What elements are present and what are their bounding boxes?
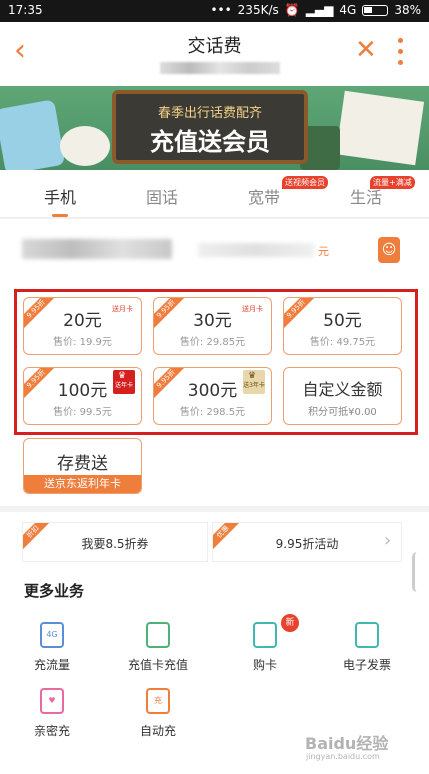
tab-broadband-badge: 送视频会员 [282,176,328,189]
deposit-title: 存费送 [57,454,108,474]
recharge-price: 售价: 49.75元 [309,337,376,348]
points-note: 积分可抵¥0.00 [308,407,377,418]
net-speed: 235K/s [237,3,279,17]
banner-line2: 充值送会员 [150,128,270,156]
card-icon [146,622,170,648]
banner-board: 春季出行话费配齐 充值送会员 [112,90,308,164]
network-type: 4G [339,3,357,17]
tab-phone[interactable]: 手机 [44,184,76,208]
new-badge: 新 [281,614,299,632]
status-time: 17:35 [8,3,43,17]
promo-row: 折扣 我要8.5折券 优惠 9.95折活动 › [0,512,429,572]
service-label: 自动充 [139,724,176,738]
contact-book-icon[interactable]: ☺ [378,237,400,263]
deposit-subtitle: 送京东返利年卡 [24,475,141,493]
tab-broadband[interactable]: 宽带 [248,184,280,208]
section-title: 更多业务 [24,582,85,600]
scroll-indicator [412,552,422,592]
recharge-amount: 30元 [193,311,232,331]
service-label: 购卡 [252,658,277,672]
tab-life-badge: 流量+满减 [370,176,415,189]
phone-number-row: 元 ☺ [0,219,429,281]
service-family[interactable]: ♥ 亲密充 [8,688,98,744]
data-4g-icon: 4G [40,622,64,648]
recharge-price: 售价: 298.5元 [179,407,246,418]
service-card-recharge[interactable]: 充值卡充值 [114,622,204,678]
service-buy-card[interactable]: 新 购卡 [221,614,311,678]
promo-coupon[interactable]: 折扣 我要8.5折券 [22,522,208,562]
service-auto[interactable]: 充 自动充 [114,688,204,744]
recharge-price: 售价: 99.5元 [53,407,112,418]
service-label: 充值卡充值 [127,658,188,672]
recharge-amount: 300元 [187,381,238,401]
recharge-amount: 100元 [57,381,108,401]
more-dots-icon: ••• [210,3,232,17]
service-invoice[interactable]: 电子发票 [323,622,413,678]
custom-amount-option[interactable]: 自定义金额 积分可抵¥0.00 [283,367,402,425]
banner-decoration [335,90,425,166]
watermark-sub: jingyan.baidu.com [306,752,380,761]
sim-cart-icon [253,622,277,648]
invoice-icon [355,622,379,648]
recharge-price: 售价: 19.9元 [53,337,112,348]
signal-icon: ▂▄▆ [305,3,334,17]
recharge-amount: 50元 [323,311,362,331]
promo-banner[interactable]: 春季出行话费配齐 充值送会员 [0,86,429,170]
balance-unit: 元 [318,245,329,258]
tab-landline[interactable]: 固话 [146,184,178,208]
promo-label: 9.95折活动 [275,537,339,551]
recharge-amount: 20元 [63,311,102,331]
tab-active-indicator [52,214,68,217]
recharge-price: 售价: 29.85元 [179,337,246,348]
battery-level: 38% [394,3,421,17]
banner-decoration [60,126,110,166]
category-tabs: 手机 固话 宽带 送视频会员 生活 流量+满减 [0,170,429,218]
battery-icon [362,4,389,16]
banner-line1: 春季出行话费配齐 [157,106,262,121]
app-header: ‹ 交话费 ✕ [0,22,429,86]
phone-number-input[interactable] [22,239,172,259]
status-right: ••• 235K/s ⏰ ▂▄▆ 4G 38% [210,3,421,17]
status-bar: 17:35 ••• 235K/s ⏰ ▂▄▆ 4G 38% [0,0,429,22]
recharge-option-300[interactable]: 9.95折 ♛ 送3年卡 300元 售价: 298.5元 [153,367,272,425]
heart-phone-icon: ♥ [40,688,64,714]
service-label: 充流量 [33,658,70,672]
promo-activity[interactable]: 优惠 9.95折活动 [212,522,402,562]
blurred-subtitle [160,62,280,74]
watermark: Baidu经验 [305,734,389,753]
auto-recharge-icon: 充 [146,688,170,714]
blurred-balance [198,243,314,257]
service-label: 电子发票 [342,658,391,672]
service-data[interactable]: 4G 充流量 [8,622,98,678]
recharge-option-100[interactable]: 9.95折 ♛ 送年卡 100元 售价: 99.5元 [23,367,142,425]
close-icon[interactable]: ✕ [355,35,377,65]
more-vertical-icon[interactable] [398,38,404,71]
banner-decoration [0,99,66,170]
promo-label: 我要8.5折券 [81,537,149,551]
chevron-right-icon[interactable]: › [384,530,391,551]
recharge-option-30[interactable]: 9.95折 送月卡 30元 售价: 29.85元 [153,297,272,355]
recharge-option-20[interactable]: 9.95折 送月卡 20元 售价: 19.9元 [23,297,142,355]
alarm-icon: ⏰ [284,3,300,17]
custom-amount-label: 自定义金额 [302,380,383,399]
recharge-option-50[interactable]: 9.95折 50元 售价: 49.75元 [283,297,402,355]
service-label: 亲密充 [33,724,70,738]
deposit-gift-card[interactable]: 存费送 送京东返利年卡 [23,438,142,494]
